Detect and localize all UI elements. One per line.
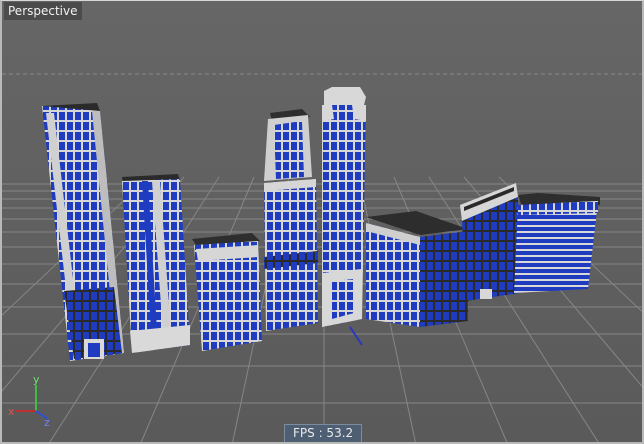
axis-z-label: z <box>44 416 50 429</box>
building-wide-block[interactable] <box>366 211 468 327</box>
fps-counter: FPS : 53.2 <box>284 424 363 442</box>
building-striped[interactable] <box>514 193 600 293</box>
scene-canvas[interactable]: y x z <box>2 1 644 444</box>
building-twin-towers[interactable] <box>122 174 190 353</box>
building-tallest-tower[interactable] <box>322 87 366 346</box>
axis-y-label: y <box>33 373 40 386</box>
axis-x-label: x <box>8 405 15 418</box>
building-low-block[interactable] <box>192 233 262 351</box>
viewport-name-label[interactable]: Perspective <box>4 2 82 20</box>
3d-viewport[interactable]: Perspective y x z FPS: 53.2 <box>0 0 644 444</box>
